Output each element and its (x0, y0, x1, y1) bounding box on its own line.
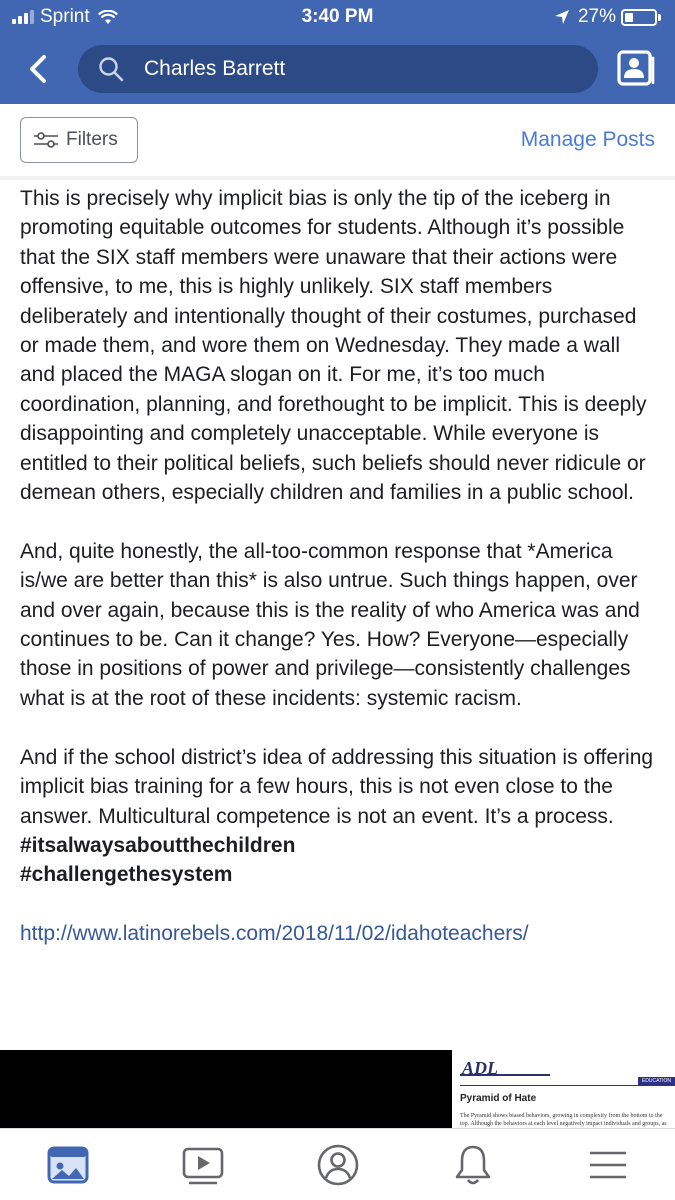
filters-label: Filters (66, 129, 118, 150)
search-bar[interactable]: Charles Barrett (78, 45, 598, 93)
divider (0, 176, 675, 180)
preview-text: The Pyramid shows biased behaviors, grow… (460, 1113, 667, 1127)
post-text: And if the school district’s idea of add… (20, 745, 654, 828)
post-paragraph: And if the school district’s idea of add… (20, 743, 660, 890)
battery-icon (621, 8, 657, 26)
bottom-tab-bar (0, 1128, 675, 1200)
search-icon (99, 57, 124, 82)
news-feed-icon[interactable] (46, 1143, 90, 1187)
notifications-icon[interactable] (451, 1143, 495, 1187)
profile-card-icon[interactable] (616, 48, 656, 88)
hashtag[interactable]: #itsalwaysaboutthechildren (20, 834, 295, 857)
top-header: Sprint 3:40 PM 27% Charles Barrett (0, 0, 675, 104)
manage-posts-button[interactable]: Manage Posts (521, 128, 655, 152)
post-paragraph: And, quite honestly, the all-too-common … (20, 539, 640, 710)
preview-title: Pyramid of Hate (460, 1093, 537, 1104)
sliders-icon (34, 132, 58, 148)
watch-icon[interactable] (181, 1143, 225, 1187)
post-body: This is precisely why implicit bias is o… (20, 184, 660, 978)
location-arrow-icon (554, 10, 569, 24)
link-preview[interactable]: ADL EDUCATION Pyramid of Hate The Pyrami… (0, 1050, 675, 1128)
preview-thumbnail: ADL EDUCATION Pyramid of Hate The Pyrami… (452, 1050, 675, 1128)
hashtag[interactable]: #challengethesystem (20, 863, 232, 886)
battery-percent: 27% (577, 6, 616, 27)
profile-icon[interactable] (316, 1143, 360, 1187)
post-paragraph: This is precisely why implicit bias is o… (20, 187, 647, 505)
status-bar: Sprint 3:40 PM 27% (0, 0, 675, 34)
back-arrow-icon[interactable] (26, 54, 50, 84)
filters-button[interactable]: Filters (20, 117, 138, 163)
post-link-wrap: http://www.latinorebels.com/2018/11/02/i… (20, 919, 660, 948)
post-link[interactable]: http://www.latinorebels.com/2018/11/02/i… (20, 922, 529, 945)
search-query: Charles Barrett (144, 57, 286, 80)
menu-icon[interactable] (586, 1143, 630, 1187)
section-label: EDUCATION (638, 1077, 675, 1086)
